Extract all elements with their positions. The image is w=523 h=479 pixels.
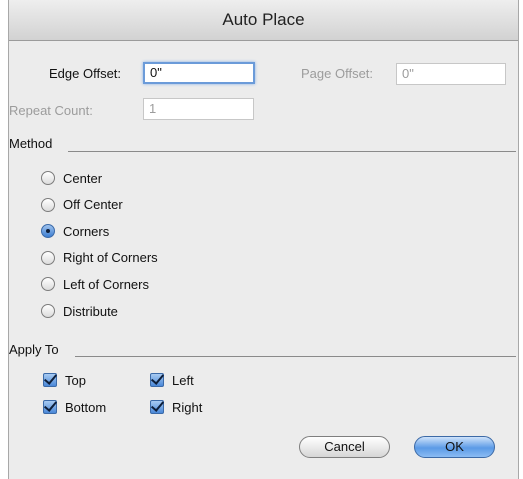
repeat-count-field[interactable]: 1 [143,98,254,120]
method-option-label: Corners [63,223,110,239]
radio-button-icon [41,277,55,292]
apply-bottom-checkbox[interactable]: Bottom [43,397,106,417]
radio-button-icon [41,304,55,318]
radio-button-icon [41,224,55,239]
page-offset-label: Page Offset: [301,66,374,81]
apply-right-checkbox[interactable]: Right [150,397,202,417]
apply-top-checkbox[interactable]: Top [43,370,86,390]
auto-place-dialog: Auto Place Edge Offset: 0" Page Offset: … [8,0,519,479]
method-option-label: Left of Corners [63,276,149,292]
window-title: Auto Place [9,0,518,41]
method-option-distribute[interactable]: Distribute [41,301,118,321]
method-option-off-center[interactable]: Off Center [41,195,123,215]
repeat-count-label: Repeat Count: [9,103,93,118]
method-option-right-of-corners[interactable]: Right of Corners [41,248,158,268]
edge-offset-label: Edge Offset: [49,66,122,81]
method-heading: Method [9,136,53,151]
method-option-corners[interactable]: Corners [41,221,109,241]
checkbox-check-icon [150,373,164,387]
checkbox-check-icon [43,400,57,414]
page-offset-field[interactable]: 0" [396,63,506,85]
method-option-label: Right of Corners [63,250,158,266]
radio-button-icon [41,250,55,265]
apply-to-divider [75,356,516,357]
method-divider [68,151,516,152]
checkbox-check-icon [150,400,164,414]
apply-to-heading: Apply To [9,342,59,357]
edge-offset-field[interactable]: 0" [143,62,255,84]
checkbox-check-icon [43,373,57,387]
radio-button-icon [41,197,55,212]
method-option-label: Center [63,170,103,186]
apply-left-checkbox[interactable]: Left [150,370,194,390]
method-option-center[interactable]: Center [41,168,102,188]
checkbox-label: Right [172,399,203,415]
checkbox-label: Left [172,372,194,388]
method-option-label: Off Center [63,197,123,213]
radio-button-icon [41,171,55,185]
checkbox-label: Top [65,372,86,388]
method-option-label: Distribute [63,303,118,319]
cancel-button[interactable]: Cancel [299,436,390,458]
checkbox-label: Bottom [65,399,107,415]
ok-button[interactable]: OK [414,436,495,458]
method-option-left-of-corners[interactable]: Left of Corners [41,274,149,294]
